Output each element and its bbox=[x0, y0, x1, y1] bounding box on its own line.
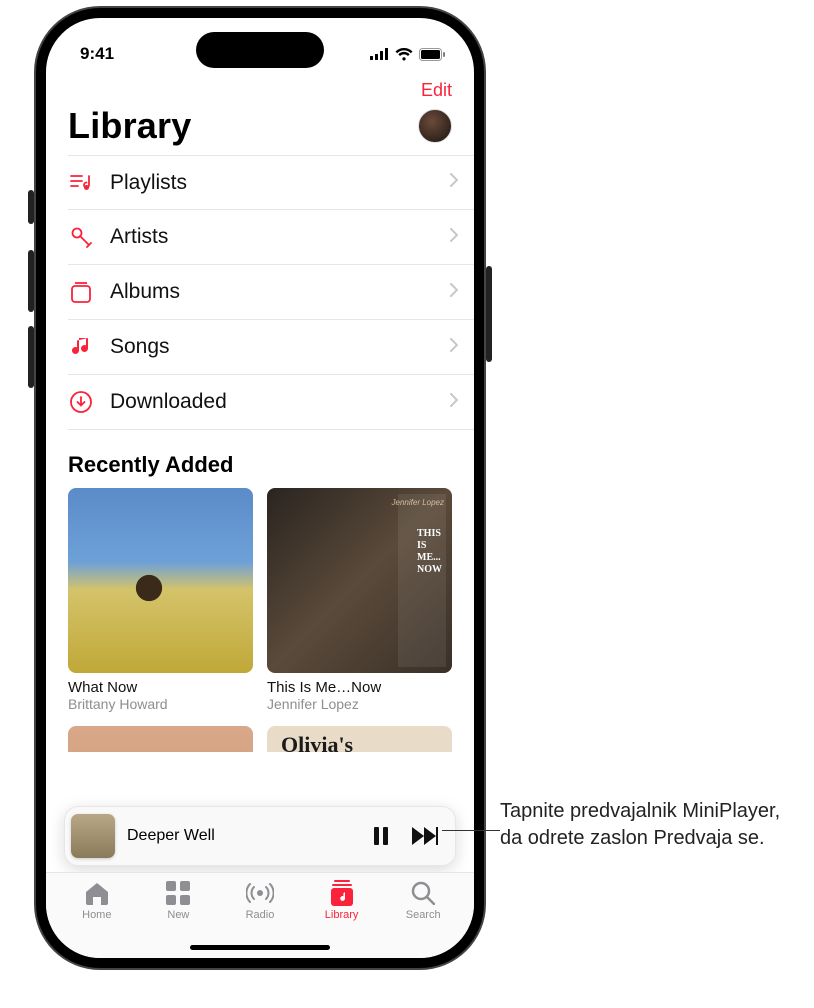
chevron-right-icon bbox=[450, 173, 458, 192]
recently-added-partial-row: Olivia's bbox=[46, 712, 474, 752]
power-button bbox=[486, 266, 492, 362]
partial-album-title: Olivia's bbox=[281, 732, 353, 752]
status-time: 9:41 bbox=[80, 44, 114, 64]
chevron-right-icon bbox=[450, 338, 458, 357]
home-indicator bbox=[190, 945, 330, 950]
cover-text: THIS IS ME... NOW bbox=[417, 528, 442, 576]
library-row-label: Downloaded bbox=[110, 390, 434, 414]
library-row-label: Playlists bbox=[110, 171, 434, 195]
library-row-albums[interactable]: Albums bbox=[68, 265, 474, 320]
library-row-artists[interactable]: Artists bbox=[68, 210, 474, 265]
pause-button[interactable] bbox=[365, 827, 397, 845]
tab-label: Radio bbox=[246, 909, 275, 921]
album-icon bbox=[68, 281, 94, 303]
callout-leader-line bbox=[442, 830, 500, 831]
cellular-icon bbox=[370, 48, 389, 60]
volume-up-button bbox=[28, 250, 34, 312]
recently-added-title: Recently Added bbox=[46, 430, 474, 488]
library-row-downloaded[interactable]: Downloaded bbox=[68, 375, 474, 430]
profile-avatar[interactable] bbox=[418, 109, 452, 143]
chevron-right-icon bbox=[450, 393, 458, 412]
grid-icon bbox=[166, 879, 190, 907]
dynamic-island bbox=[196, 32, 324, 68]
album-card[interactable]: What Now Brittany Howard bbox=[68, 488, 253, 712]
album-title: What Now bbox=[68, 679, 253, 696]
tab-label: Search bbox=[406, 909, 441, 921]
album-artist: Brittany Howard bbox=[68, 696, 253, 712]
chevron-right-icon bbox=[450, 228, 458, 247]
library-row-label: Songs bbox=[110, 335, 434, 359]
tab-label: Library bbox=[325, 909, 359, 921]
album-artwork bbox=[68, 488, 253, 673]
album-artwork-partial[interactable] bbox=[68, 726, 253, 752]
mini-player-artwork bbox=[71, 814, 115, 858]
next-track-button[interactable] bbox=[409, 827, 441, 845]
tab-home[interactable]: Home bbox=[62, 879, 132, 958]
tab-label: New bbox=[167, 909, 189, 921]
callout-text: Tapnite predvajalnik MiniPlayer, da odre… bbox=[500, 798, 786, 852]
mini-player[interactable]: Deeper Well bbox=[64, 806, 456, 866]
album-artwork-partial[interactable]: Olivia's bbox=[267, 726, 452, 752]
download-icon bbox=[68, 391, 94, 413]
library-row-label: Albums bbox=[110, 280, 434, 304]
album-title: This Is Me…Now bbox=[267, 679, 452, 696]
library-row-songs[interactable]: Songs bbox=[68, 320, 474, 375]
album-artist: Jennifer Lopez bbox=[267, 696, 452, 712]
home-icon bbox=[84, 879, 110, 907]
library-row-label: Artists bbox=[110, 225, 434, 249]
wifi-icon bbox=[395, 48, 413, 61]
recently-added-grid: What Now Brittany Howard Jennifer Lopez … bbox=[46, 488, 474, 712]
page-title: Library bbox=[68, 105, 191, 147]
search-icon bbox=[411, 879, 435, 907]
library-sections-list: Playlists Artists Albums Songs bbox=[46, 155, 474, 430]
radio-icon bbox=[246, 879, 274, 907]
mini-player-track: Deeper Well bbox=[127, 827, 353, 845]
callout: Tapnite predvajalnik MiniPlayer, da odre… bbox=[500, 798, 786, 852]
library-icon bbox=[329, 879, 355, 907]
tab-search[interactable]: Search bbox=[388, 879, 458, 958]
album-card[interactable]: Jennifer Lopez THIS IS ME... NOW This Is… bbox=[267, 488, 452, 712]
edit-button[interactable]: Edit bbox=[421, 80, 452, 101]
chevron-right-icon bbox=[450, 283, 458, 302]
cover-signature: Jennifer Lopez bbox=[392, 498, 444, 507]
note-icon bbox=[68, 336, 94, 358]
tab-label: Home bbox=[82, 909, 111, 921]
volume-down-button bbox=[28, 326, 34, 388]
mic-icon bbox=[68, 226, 94, 248]
playlist-icon bbox=[68, 173, 94, 193]
album-artwork: Jennifer Lopez THIS IS ME... NOW bbox=[267, 488, 452, 673]
battery-icon bbox=[419, 48, 446, 61]
silent-switch bbox=[28, 190, 34, 224]
phone-frame: 9:41 Edit Library Playlists bbox=[36, 8, 484, 968]
library-row-playlists[interactable]: Playlists bbox=[68, 155, 474, 210]
